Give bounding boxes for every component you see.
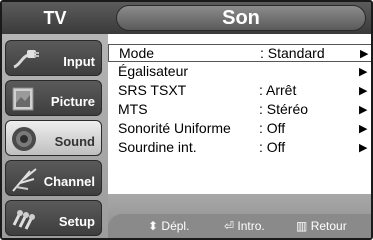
sidebar-item-label: Sound [54, 134, 95, 149]
sidebar-item-sound[interactable]: Sound [5, 120, 102, 156]
footer: ⬍ Dépl. ⏎ Intro. ▥ Retour [108, 194, 371, 238]
up-down-arrow-icon: ⬍ [148, 219, 159, 233]
page-title: Son [116, 5, 366, 31]
sidebar-item-input[interactable]: Input [5, 40, 102, 76]
menu-item-label: Sonorité Uniforme [118, 120, 231, 136]
move-hint: ⬍ Dépl. [148, 219, 189, 233]
menu-item-srs-tsxt[interactable]: SRS TSXT : Arrêt ▶ [108, 82, 371, 100]
menu-header: Son [108, 2, 371, 34]
menu-item-mts[interactable]: MTS : Stéréo ▶ [108, 101, 371, 119]
menu-item-label: Égalisateur [118, 63, 189, 79]
sidebar: TV Input Picture Sound Channel Setup [2, 2, 108, 238]
menu-item-value: : Arrêt [259, 82, 297, 98]
menu-item-mode[interactable]: Mode : Standard ▶ [108, 44, 371, 62]
arrow-right-icon: ▶ [360, 48, 369, 60]
sidebar-item-label: Channel [43, 174, 95, 189]
menu-item-equalizer[interactable]: Égalisateur ▶ [108, 63, 371, 81]
arrow-right-icon: ▶ [359, 142, 368, 154]
sidebar-item-label: Input [63, 54, 95, 69]
return-hint: ▥ Retour [296, 219, 347, 233]
arrow-right-icon: ▶ [359, 66, 368, 78]
menu-icon: ▥ [296, 219, 308, 233]
menu-item-value: : Off [259, 139, 286, 155]
sidebar-title: TV [2, 2, 108, 34]
sidebar-item-label: Picture [50, 94, 95, 109]
speaker-icon [10, 125, 40, 153]
enter-hint: ⏎ Intro. [224, 219, 265, 233]
picture-icon [10, 85, 40, 113]
arrow-right-icon: ▶ [359, 123, 368, 135]
menu-item-value: : Stéréo [259, 101, 309, 117]
menu-item-label: Sourdine int. [118, 139, 197, 155]
menu-item-label: MTS [118, 101, 148, 117]
sidebar-item-channel[interactable]: Channel [5, 160, 102, 196]
sidebar-item-label: Setup [58, 214, 95, 229]
arrow-right-icon: ▶ [359, 85, 368, 97]
move-hint-label: Dépl. [161, 219, 190, 233]
sidebar-item-picture[interactable]: Picture [5, 80, 102, 116]
return-hint-label: Retour [310, 219, 347, 233]
antenna-icon [10, 165, 40, 193]
menu-item-value: : Off [259, 120, 286, 136]
menu-item-value: : Standard [260, 45, 325, 61]
sidebar-item-setup[interactable]: Setup [5, 200, 102, 236]
input-plug-icon [10, 45, 40, 73]
gears-icon [10, 205, 40, 233]
menu-panel: Mode : Standard ▶ Égalisateur ▶ SRS TSXT… [108, 34, 371, 194]
menu-item-internal-mute[interactable]: Sourdine int. : Off ▶ [108, 139, 371, 157]
enter-icon: ⏎ [224, 219, 235, 233]
menu-item-label: Mode [119, 45, 155, 61]
arrow-right-icon: ▶ [359, 104, 368, 116]
footer-hints: ⬍ Dépl. ⏎ Intro. ▥ Retour [108, 214, 371, 238]
tv-osd-frame: TV Input Picture Sound Channel Setup Son… [0, 0, 373, 240]
enter-hint-label: Intro. [237, 219, 265, 233]
menu-item-auto-volume[interactable]: Sonorité Uniforme : Off ▶ [108, 120, 371, 138]
menu-item-label: SRS TSXT [118, 82, 187, 98]
